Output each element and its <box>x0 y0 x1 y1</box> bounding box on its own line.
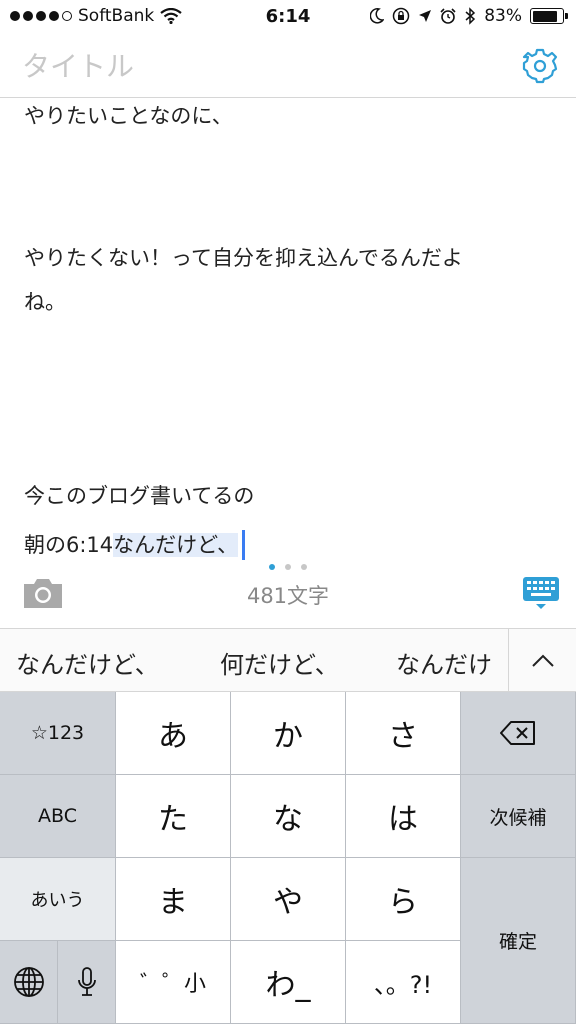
microphone-icon <box>77 967 96 996</box>
settings-gear-icon[interactable] <box>518 44 562 88</box>
key-ha[interactable]: は <box>346 775 461 858</box>
candidate-item[interactable]: 何だけど、 <box>220 645 339 680</box>
key-ra[interactable]: ら <box>346 858 461 941</box>
alarm-icon <box>440 8 456 24</box>
battery-icon <box>530 8 568 24</box>
status-bar: SoftBank 6:14 83% <box>0 0 576 34</box>
text-cursor <box>242 530 246 560</box>
candidate-item[interactable]: なんだけど、 <box>16 645 159 680</box>
editor-line: やりたいことなのに、 <box>24 104 233 128</box>
key-number-mode[interactable]: ☆123 <box>0 692 116 775</box>
body-editor[interactable]: やりたいことなのに、 やりたくない！って自分を抑え込んでるんだよ ね。 今このブ… <box>0 98 576 560</box>
key-wa[interactable]: わ_ <box>231 941 346 1024</box>
key-sa[interactable]: さ <box>346 692 461 775</box>
chevron-up-icon <box>531 654 554 667</box>
page-dot <box>301 564 307 570</box>
key-a[interactable]: あ <box>116 692 231 775</box>
editor-line: 今このブログ書いてるの <box>24 484 255 508</box>
location-icon <box>419 10 432 22</box>
editor-toolbar: 481文字 <box>0 560 576 628</box>
key-ta[interactable]: た <box>116 775 231 858</box>
char-count: 481文字 <box>246 584 330 608</box>
editor-line: ね。 <box>24 290 66 314</box>
japanese-keyboard: ☆123 あ か さ ABC た な は 次候補 あいう ま や ら 確定 ゛゜… <box>0 692 576 1024</box>
battery-level <box>532 10 557 22</box>
key-delete[interactable] <box>461 692 576 775</box>
key-next-candidate[interactable]: 次候補 <box>461 775 576 858</box>
editor-line-current: 朝の6:14なんだけど、 <box>24 530 246 560</box>
page-dot <box>285 564 291 570</box>
key-confirm[interactable]: 確定 <box>461 858 576 1024</box>
page-dot <box>269 564 275 570</box>
title-input[interactable] <box>22 46 492 86</box>
moon-icon <box>370 8 385 24</box>
expand-candidates-button[interactable] <box>508 629 576 691</box>
key-ma[interactable]: ま <box>116 858 231 941</box>
candidate-bar: なんだけど、 何だけど、 なんだけ <box>0 628 576 692</box>
keyboard-hide-icon[interactable] <box>522 576 560 610</box>
key-na[interactable]: な <box>231 775 346 858</box>
status-right: 83% <box>370 6 568 26</box>
page-indicator <box>0 564 576 570</box>
marked-text: なんだけど、 <box>113 533 239 557</box>
key-punctuation[interactable]: 、。?! <box>346 941 461 1024</box>
key-dakuten[interactable]: ゛゜小 <box>116 941 231 1024</box>
title-row <box>0 34 576 98</box>
key-abc-mode[interactable]: ABC <box>0 775 116 858</box>
backspace-icon <box>500 721 535 745</box>
rotation-lock-icon <box>392 7 410 25</box>
editor-text: 朝の6:14 <box>24 533 114 557</box>
key-ka[interactable]: か <box>231 692 346 775</box>
candidate-item[interactable]: なんだけ <box>396 645 492 680</box>
globe-icon <box>13 967 44 997</box>
bluetooth-icon <box>465 7 476 25</box>
key-kana-mode[interactable]: あいう <box>0 858 116 941</box>
key-globe[interactable] <box>0 941 58 1024</box>
battery-percent: 83% <box>484 6 522 26</box>
key-dictation[interactable] <box>58 941 116 1024</box>
key-ya[interactable]: や <box>231 858 346 941</box>
editor-line: やりたくない！って自分を抑え込んでるんだよ <box>24 246 463 270</box>
